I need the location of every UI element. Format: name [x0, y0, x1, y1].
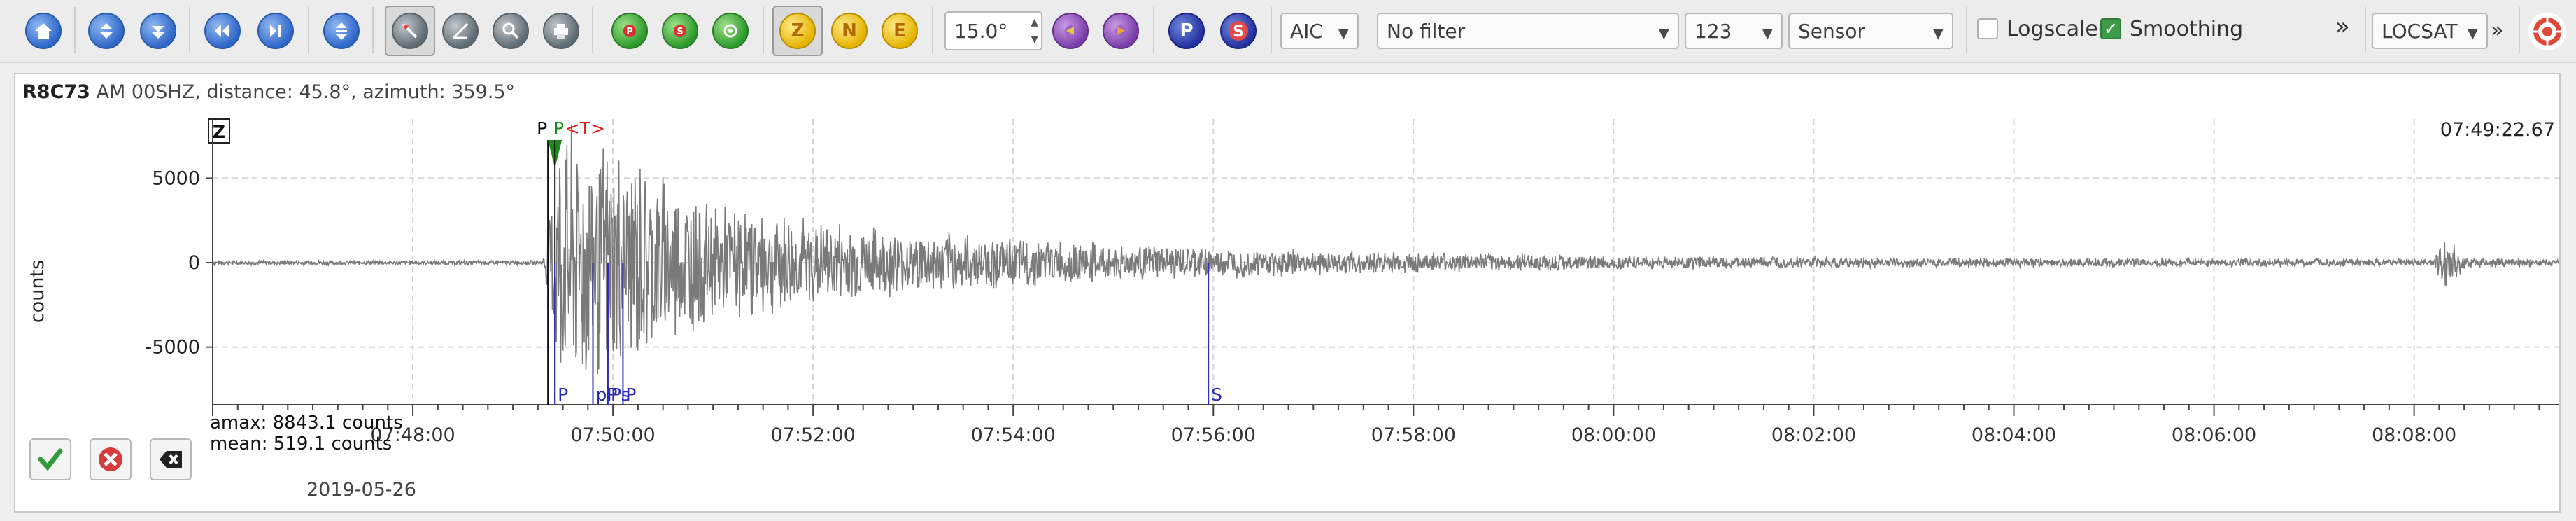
component-e-button[interactable]: E — [882, 13, 918, 49]
x-tick-label: 07:56:00 — [1171, 424, 1256, 446]
svg-text:P: P — [626, 27, 633, 37]
toolbar: P S Z N E 15.0° ▲ ▼ P S AIC ▼ No filter … — [0, 0, 2576, 63]
x-tick-label: 07:54:00 — [971, 424, 1056, 446]
x-tick-label: 07:50:00 — [570, 424, 655, 446]
scroll-right-icon[interactable] — [257, 13, 294, 49]
clear-icon — [160, 451, 182, 468]
rotate-left-icon[interactable] — [1052, 13, 1089, 49]
channel-value: 123 — [1694, 19, 1732, 43]
s-marker-icon[interactable]: S — [1220, 13, 1257, 49]
locator-value: LOCSAT — [2382, 19, 2458, 43]
picker-method-value: AIC — [1290, 19, 1323, 43]
seismogram-plot[interactable]: counts Z 07:49:22.67 50000-5000 07:48:00… — [15, 109, 2559, 459]
y-axis-label: counts — [27, 260, 48, 323]
toolbar-overflow-icon[interactable]: » — [2335, 13, 2350, 41]
clear-button[interactable] — [150, 438, 192, 480]
y-tick-label: 0 — [188, 252, 200, 274]
x-axis: 07:48:00 07:50:00 07:52:00 07:54:00 07:56:00… — [212, 404, 2559, 446]
component-n-button[interactable]: N — [831, 13, 868, 49]
x-tick-label: 07:52:00 — [771, 424, 856, 446]
toolbar-overflow-icon-2[interactable]: » — [2491, 18, 2503, 43]
chevron-down-icon: ▼ — [1338, 25, 1349, 41]
smoothing-checkbox[interactable]: ✓ — [2100, 18, 2121, 39]
chevron-down-icon: ▼ — [1932, 25, 1944, 41]
zoom-tool-icon[interactable] — [493, 13, 529, 49]
waveform — [212, 124, 2559, 375]
amax-label: amax: 8843.1 counts — [210, 412, 403, 433]
measure-icon[interactable] — [442, 13, 479, 49]
angle-spinbox[interactable]: 15.0° ▲ ▼ — [944, 11, 1042, 50]
svg-text:S: S — [677, 27, 683, 37]
accept-icon — [38, 448, 63, 471]
picker-method-select[interactable]: AIC ▼ — [1280, 13, 1359, 49]
date-label: 2019-05-26 — [306, 479, 416, 501]
filter-select[interactable]: No filter ▼ — [1377, 13, 1679, 49]
x-tick-label: 08:06:00 — [2172, 424, 2256, 446]
unit-value: Sensor — [1798, 19, 1865, 43]
channel-select[interactable]: 123 ▼ — [1685, 13, 1783, 49]
station-code: R8C73 — [22, 81, 90, 103]
reject-icon — [99, 447, 122, 471]
home-icon[interactable] — [25, 13, 62, 49]
pick-label: P — [537, 118, 547, 139]
scroll-up-icon[interactable] — [88, 13, 125, 49]
filter-p-icon[interactable]: P — [611, 13, 648, 49]
waveform-trace — [212, 124, 2559, 375]
chevron-down-icon: ▼ — [1762, 25, 1773, 41]
logscale-label: Logscale — [2007, 17, 2098, 41]
mean-label: mean: 519.1 counts — [210, 433, 392, 454]
pick-label-t: <T> — [565, 118, 605, 139]
angle-value: 15.0° — [954, 19, 1008, 43]
component-z-button[interactable]: Z — [779, 13, 816, 49]
phase-label: S — [1211, 384, 1222, 405]
phase-label: P — [558, 384, 568, 405]
filter-value: No filter — [1387, 19, 1466, 43]
svg-text:S: S — [1233, 23, 1244, 41]
y-tick-label: 5000 — [152, 167, 200, 189]
pick-tool-icon[interactable] — [392, 13, 428, 49]
p-marker-icon[interactable]: P — [1168, 13, 1205, 49]
unit-select[interactable]: Sensor ▼ — [1788, 13, 1953, 49]
trace-panel: R8C73 AM 00SHZ, distance: 45.8°, azimuth… — [14, 73, 2561, 513]
print-icon[interactable] — [543, 13, 579, 49]
x-tick-label: 08:04:00 — [1972, 424, 2056, 446]
phase-label: P — [625, 384, 636, 405]
scroll-left-icon[interactable] — [204, 13, 241, 49]
align-icon[interactable] — [323, 13, 360, 49]
chevron-down-icon: ▼ — [2467, 25, 2478, 41]
trace-header: R8C73 AM 00SHZ, distance: 45.8°, azimuth… — [22, 81, 515, 103]
smoothing-label: Smoothing — [2130, 17, 2244, 41]
chevron-down-icon: ▼ — [1658, 25, 1669, 41]
spin-up-icon[interactable]: ▲ — [1031, 17, 1038, 28]
spin-down-icon[interactable]: ▼ — [1031, 34, 1038, 45]
y-tick-label: -5000 — [146, 337, 200, 359]
x-tick-label: 07:58:00 — [1371, 424, 1456, 446]
accept-button[interactable] — [29, 438, 71, 480]
trace-description: AM 00SHZ, distance: 45.8°, azimuth: 359.… — [96, 81, 516, 103]
filter-s-icon[interactable]: S — [662, 13, 698, 49]
x-tick-label: 08:00:00 — [1571, 424, 1656, 446]
pick-label: P — [553, 118, 564, 139]
target-icon[interactable] — [2528, 13, 2566, 50]
x-tick-label: 08:08:00 — [2372, 424, 2456, 446]
reject-button[interactable] — [90, 438, 132, 480]
y-axis: 5000 0 -5000 — [146, 119, 213, 405]
scroll-down-icon[interactable] — [140, 13, 176, 49]
locator-select[interactable]: LOCSAT ▼ — [2372, 13, 2488, 49]
logscale-checkbox[interactable] — [1977, 18, 1998, 39]
time-readout: 07:49:22.67 — [2440, 119, 2555, 141]
filter-search-icon[interactable] — [712, 13, 749, 49]
rotate-right-icon[interactable] — [1103, 13, 1139, 49]
component-label: Z — [213, 122, 225, 142]
x-tick-label: 08:02:00 — [1771, 424, 1856, 446]
